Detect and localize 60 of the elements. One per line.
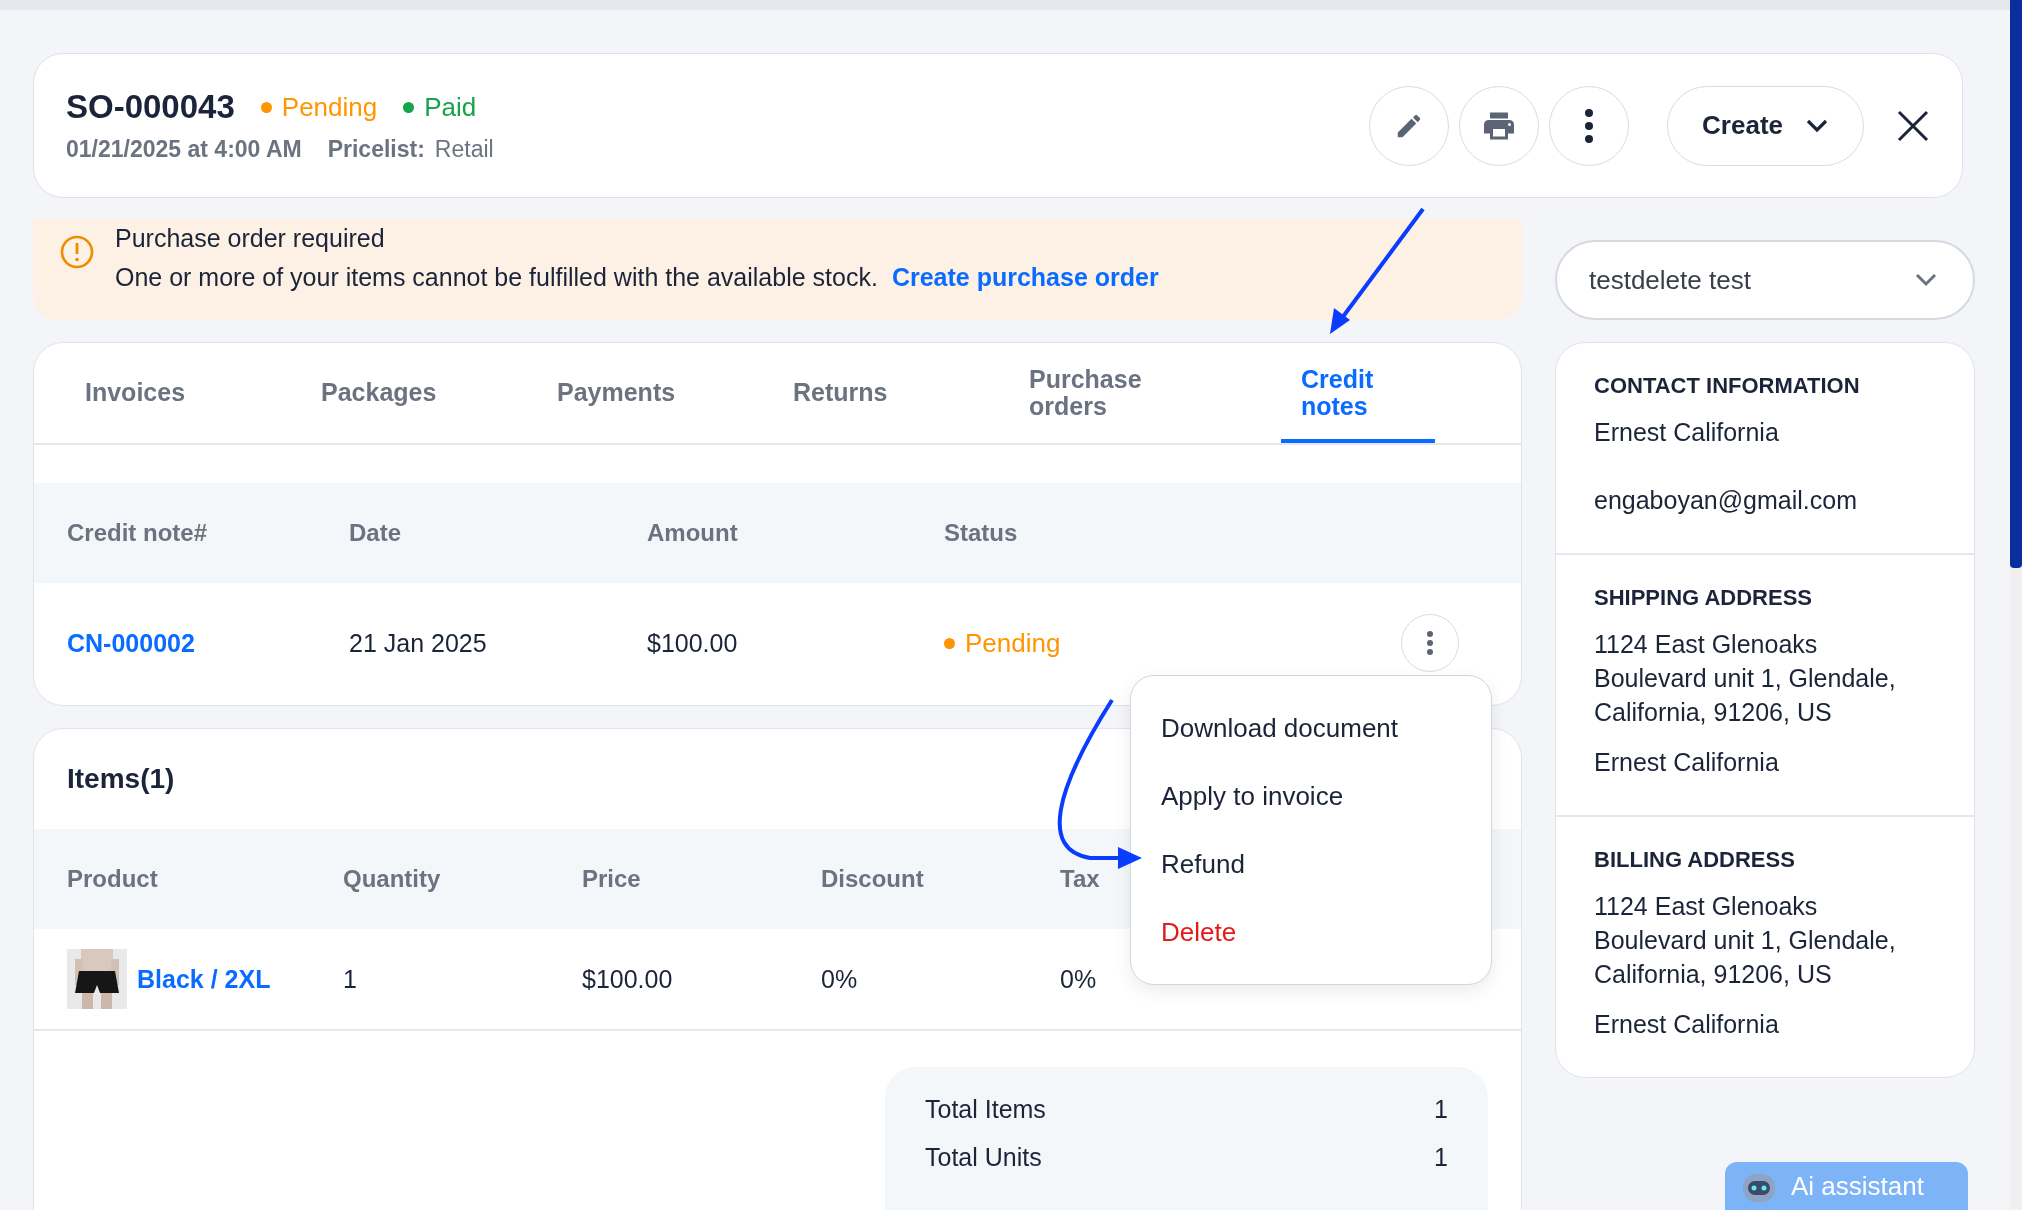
status-label: Pending	[281, 91, 378, 123]
tab[interactable]: Purchase orders	[1009, 343, 1163, 443]
tab[interactable]: Packages	[301, 343, 455, 443]
more-icon	[1426, 630, 1434, 656]
menu-item[interactable]: Apply to invoice	[1131, 762, 1491, 830]
summary-label: Total Items	[925, 1095, 1046, 1125]
section-title: BILLING ADDRESS	[1594, 847, 1796, 873]
name-text: Ernest California	[1594, 1009, 1780, 1040]
table-cell-text: $100.00	[647, 628, 739, 658]
warning-icon	[59, 234, 95, 270]
order-date: 01/21/2025 at 4:00 AM	[66, 136, 302, 163]
close-icon[interactable]	[1896, 108, 1930, 143]
address-text: 1124 East Glenoaks Boulevard unit 1, Glendale, California, 91206, US	[1594, 629, 1897, 728]
credit-note-link[interactable]: CN-000002	[67, 628, 349, 658]
email-text: engaboyan@gmail.com	[1594, 485, 1859, 516]
menu-item[interactable]: Delete	[1131, 898, 1491, 966]
column-header: Quantity	[343, 865, 442, 893]
table-cell-text: $100.00	[582, 964, 674, 994]
order-number: SO-000043	[66, 88, 235, 126]
tab[interactable]: Returns	[773, 343, 927, 443]
section-title: SHIPPING ADDRESS	[1594, 585, 1813, 611]
table-cell-text: 1	[343, 964, 358, 994]
alert-title: Purchase order required	[115, 224, 386, 253]
product-link[interactable]: Black / 2XL	[137, 964, 271, 994]
pricelist-label: Pricelist:	[327, 136, 425, 163]
column-header: Credit note#	[67, 519, 208, 547]
status-label: Paid	[424, 91, 477, 123]
summary-label: Total Units	[925, 1143, 1042, 1173]
create-button[interactable]: Create	[1667, 85, 1864, 166]
create-purchase-order-link[interactable]: Create purchase order	[891, 263, 1159, 292]
tab[interactable]: Payments	[537, 343, 691, 443]
more-icon	[1583, 107, 1596, 144]
scrollbar[interactable]	[2010, 0, 2022, 1210]
column-header: Date	[349, 519, 403, 547]
column-header: Discount	[821, 865, 925, 893]
status-label: Pending	[965, 627, 1061, 659]
chevron-down-icon	[1805, 117, 1829, 134]
tab[interactable]: Credit notes	[1281, 343, 1435, 443]
column-header: Status	[944, 519, 1019, 547]
column-header: Amount	[647, 519, 739, 547]
section-title: CONTACT INFORMATION	[1594, 373, 1861, 399]
summary-value: 1	[1434, 1095, 1448, 1125]
table-cell-text: 0%	[1060, 964, 1098, 994]
table-cell-text: 21 Jan 2025	[349, 628, 488, 658]
summary-value: 1	[1434, 1143, 1448, 1173]
address-text: 1124 East Glenoaks Boulevard unit 1, Glendale, California, 91206, US	[1594, 891, 1897, 990]
column-header: Product	[67, 865, 159, 893]
name-text: Ernest California	[1594, 417, 1780, 448]
column-header: Tax	[1060, 865, 1101, 893]
column-header: Price	[582, 865, 642, 893]
menu-item[interactable]: Refund	[1131, 830, 1491, 898]
tab[interactable]: Invoices	[65, 343, 219, 443]
table-cell-text: 0%	[821, 964, 859, 994]
chevron-down-icon	[1915, 273, 1937, 287]
name-text: Ernest California	[1594, 747, 1780, 778]
pricelist-value: Retail	[434, 136, 494, 163]
customer-select[interactable]: testdelete test	[1555, 240, 1975, 320]
menu-item[interactable]: Download document	[1131, 694, 1491, 762]
alert-message: One or more of your items cannot be fulfilled with the available stock.	[115, 263, 878, 292]
items-title: Items(1)	[67, 763, 175, 795]
